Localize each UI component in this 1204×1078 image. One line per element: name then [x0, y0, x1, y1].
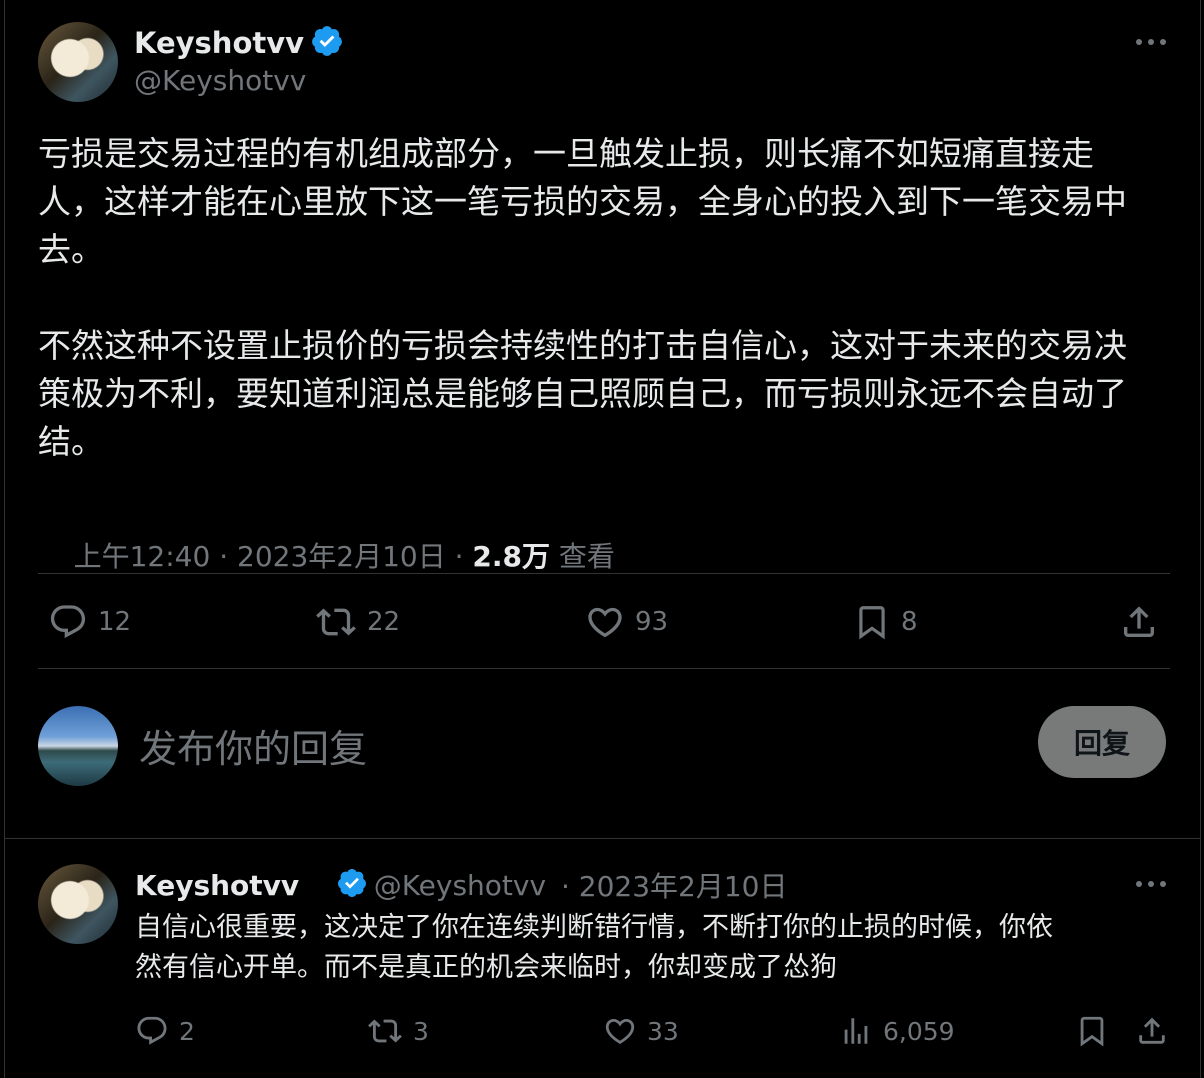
verified-badge-icon [310, 24, 344, 62]
reply-share-icon [1139, 1017, 1165, 1044]
bookmark-icon [859, 606, 885, 640]
reply-header: Keyshotvv @Keyshotvv · 2023年2月10日 [135, 866, 787, 904]
reply-count: 12 [98, 607, 132, 637]
divider-thread [5, 838, 1200, 839]
share-icon [1124, 606, 1154, 637]
reply-more-options-icon[interactable] [1133, 872, 1169, 896]
retweet-action-button[interactable]: 22 [315, 602, 400, 642]
views-chart-icon [844, 1018, 868, 1044]
tweet-meta: 上午12:40 · 2023年2月10日 · 2.8万 查看 [38, 502, 615, 608]
reply-retweet-count: 3 [413, 1016, 429, 1046]
like-action-button[interactable]: 93 [585, 602, 668, 642]
reply-submit-button[interactable]: 回复 [1038, 706, 1166, 778]
reply-bookmark-button[interactable] [1075, 1014, 1109, 1048]
author-handle[interactable]: @Keyshotvv [134, 64, 306, 97]
divider-bottom [38, 668, 1170, 669]
reply-bookmark-icon [1080, 1016, 1104, 1047]
reply-author-handle[interactable]: @Keyshotvv [374, 869, 546, 902]
divider-top [38, 573, 1170, 574]
reply-reply-count: 2 [179, 1016, 195, 1046]
views-count: 2.8万 [472, 540, 551, 573]
reply-icon [50, 605, 86, 639]
current-user-avatar[interactable] [38, 706, 118, 786]
tweet-thread: Keyshotvv @Keyshotvv 亏损是交易过程的有机组成部分，一旦触发… [4, 0, 1201, 1078]
author-name-row: Keyshotvv [134, 24, 344, 62]
heart-icon [588, 607, 622, 638]
reply-views-button[interactable]: 6,059 [839, 1014, 955, 1048]
bookmark-action-button[interactable]: 8 [853, 602, 918, 642]
reply-like-button[interactable]: 33 [603, 1014, 679, 1048]
tweet-paragraph-1: 亏损是交易过程的有机组成部分，一旦触发止损，则长痛不如短痛直接走 人，这样才能在… [38, 134, 1127, 269]
retweet-count: 22 [367, 607, 401, 637]
reply-heart-icon [605, 1018, 635, 1044]
reply-views-count: 6,059 [883, 1016, 955, 1046]
reply-like-count: 33 [647, 1016, 679, 1046]
reply-author-avatar[interactable] [38, 864, 118, 944]
like-count: 93 [635, 607, 669, 637]
reply-input[interactable]: 发布你的回复 [139, 718, 367, 773]
retweet-icon [316, 608, 356, 636]
reply-share-button[interactable] [1135, 1014, 1169, 1048]
reply-author-name[interactable]: Keyshotvv [135, 869, 299, 902]
reply-date[interactable]: · 2023年2月10日 [552, 865, 788, 905]
reply-retweet-icon [368, 1019, 402, 1043]
author-avatar[interactable] [38, 22, 118, 102]
bookmark-count: 8 [901, 607, 918, 637]
tweet-timestamp[interactable]: 上午12:40 · 2023年2月10日 · [74, 540, 473, 573]
reply-action-button[interactable]: 12 [48, 602, 131, 642]
tweet-paragraph-2: 不然这种不设置止损价的亏损会持续性的打击自信心，这对于未来的交易决 策极为不利，… [38, 326, 1127, 461]
author-name[interactable]: Keyshotvv [134, 26, 304, 60]
more-options-icon[interactable] [1133, 30, 1169, 54]
share-action-button[interactable] [1119, 602, 1159, 642]
reply-reply-icon [137, 1016, 167, 1045]
reply-reply-button[interactable]: 2 [135, 1014, 195, 1048]
views-label: 查看 [550, 540, 615, 573]
reply-retweet-button[interactable]: 3 [367, 1014, 429, 1048]
reply-text: 自信心很重要，这决定了你在连续判断错行情，不断打你的止损的时候，你依 然有信心开… [135, 912, 1053, 983]
